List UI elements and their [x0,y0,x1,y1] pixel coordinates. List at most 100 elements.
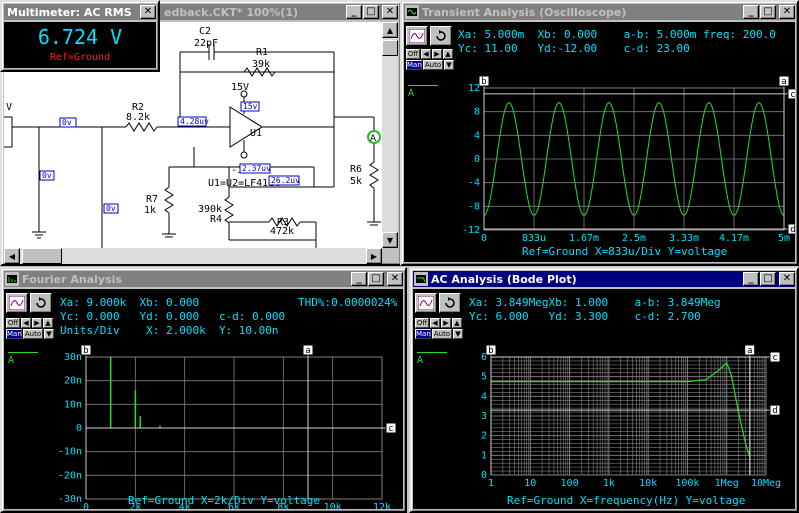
scroll-up-button[interactable]: ▲ [382,22,398,38]
r1-value: 39k [252,59,270,70]
minimize-button[interactable]: _ [351,272,367,286]
transient-title: Transient Analysis (Oscilloscope) [422,5,627,19]
x-tick-label: 1 [488,478,494,489]
y-tick-label: 8 [474,107,480,118]
y-tick-label: -20n [58,470,82,481]
y-tick-label: 12 [468,83,480,94]
bode-window[interactable]: AC Analysis (Bode Plot) _ □ ✕ Off ◀ ▶ ▲ … [409,267,799,513]
minimize-button[interactable]: _ [743,272,759,286]
multimeter-value: 6.724 V [37,25,123,49]
x-tick-label: 2.5m [622,233,646,244]
y-tick-label: 30n [64,352,82,363]
x-tick-label: 100 [561,478,579,489]
probe-label: 26.2uv [271,176,300,185]
bode-icon [414,272,428,286]
vscroll-thumb[interactable] [382,40,398,56]
y-tick-label: 4 [474,130,480,141]
scroll-right-button[interactable]: ▶ [366,248,382,264]
cursor-label-b: b [488,346,493,356]
maximize-button[interactable]: □ [760,272,776,286]
x-tick-label: 5m [778,233,790,244]
probe-label: 0v [62,118,72,127]
minimize-button[interactable]: _ [743,5,759,19]
fourier-icon [5,272,19,286]
y-tick-label: 20n [64,376,82,387]
r6-label: R6 [350,164,362,175]
y-tick-label: 0 [76,423,82,434]
y-tick-label: 1 [481,450,487,461]
bode-pane: Off ◀ ▶ ▲ Man Auto ▼ Xa: 3.849MegXb: 1.0… [413,289,795,509]
close-button[interactable]: ✕ [779,272,795,286]
probe-label: 15v [243,102,258,111]
multimeter-display: 6.724 V Ref=Ground [4,22,156,68]
y-tick-label: 5 [481,372,487,383]
r2-value: 8.2k [126,112,150,123]
x-tick-label: 833u [522,233,546,244]
x-tick-label: 0 [481,233,487,244]
r4-label: R4 [210,214,222,225]
scroll-left-button[interactable]: ◀ [4,248,20,264]
x-tick-label: 10Meg [751,478,781,489]
x-tick-label: 10 [524,478,536,489]
transient-window[interactable]: Transient Analysis (Oscilloscope) _ □ ✕ … [400,0,799,266]
close-button[interactable]: ✕ [382,5,398,19]
probe-label: 4.28uv [180,117,209,126]
fourier-window[interactable]: Fourier Analysis _ □ ✕ Off ◀ ▶ ▲ Man Aut… [0,267,407,513]
maximize-button[interactable]: □ [363,5,379,19]
close-button[interactable]: ✕ [779,5,795,19]
schematic-hscroll[interactable]: ◀ ▶ [4,248,382,264]
x-tick-label: 1.67m [569,233,599,244]
x-tick-label: 1k [603,478,615,489]
close-button[interactable]: ✕ [387,272,403,286]
r1-label: R1 [256,47,268,58]
cursor-label-b: b [83,346,88,356]
cursor-label-a: a [781,77,786,87]
y-tick-label: 0 [474,154,480,165]
fourier-chart: b ac 0 2k 4k 6k 8k 10k 12k30n20n10n0-10n-20n-30… [58,344,397,509]
r7-value: 1k [144,205,156,216]
multimeter-window[interactable]: Multimeter: AC RMS ✕ 6.724 V Ref=Ground [0,0,160,72]
y-tick-label: -30n [58,494,82,505]
x-tick-label: 1Meg [715,478,739,489]
scroll-down-button[interactable]: ▼ [382,232,398,248]
y-tick-label: 3 [481,411,487,422]
probe-label: 0v [106,204,116,213]
cursor-label-c: c [772,353,777,363]
c2-label: C2 [199,26,211,37]
x-tick-label: 12k [373,502,391,509]
x-tick-label: 4.17m [719,233,749,244]
bode-titlebar[interactable]: AC Analysis (Bode Plot) _ □ ✕ [413,271,795,287]
probe-a-label: A [370,134,377,144]
y-tick-label: 10n [64,399,82,410]
y-tick-label: -12 [462,225,480,236]
fourier-footer: Ref=Ground X=2k/Div Y=voltage [128,494,320,507]
r6-value: 5k [350,176,362,187]
cursor-label-c: c [790,90,795,100]
r7-label: R7 [146,194,158,205]
cursor-label-d: d [790,225,795,235]
minimize-button[interactable]: _ [346,5,362,19]
y-tick-label: 6 [481,352,487,363]
probe-label: 0v [42,171,52,180]
fourier-title: Fourier Analysis [22,272,122,286]
bode-footer: Ref=Ground X=frequency(Hz) Y=voltage [507,494,745,507]
schematic-vscroll[interactable]: ▲ ▼ [382,22,398,248]
fourier-pane: Off ◀ ▶ ▲ Man Auto ▼ Xa: 9.000k Xb: 0.00… [4,289,403,509]
cursor-label-b: b [481,77,486,87]
multimeter-title: Multimeter: AC RMS [7,5,132,19]
multimeter-titlebar[interactable]: Multimeter: AC RMS ✕ [4,4,156,20]
cursor-label-d: d [772,406,777,416]
maximize-button[interactable]: □ [368,272,384,286]
fourier-titlebar[interactable]: Fourier Analysis _ □ ✕ [4,271,403,287]
hscroll-thumb[interactable] [22,248,62,264]
y-tick-label: 2 [481,431,487,442]
cursor-label-a: a [305,346,310,356]
transient-titlebar[interactable]: Transient Analysis (Oscilloscope) _ □ ✕ [404,4,795,20]
transient-pane: Off ◀ ▶ ▲ Man Auto ▼ Xa: 5.000m Xb: 0.00… [404,22,795,262]
source-label: V [6,102,12,113]
r3-value: 472k [270,226,294,237]
close-button[interactable]: ✕ [140,5,156,19]
c2-value: 22pF [194,38,218,49]
multimeter-ref: Ref=Ground [49,52,111,63]
maximize-button[interactable]: □ [760,5,776,19]
